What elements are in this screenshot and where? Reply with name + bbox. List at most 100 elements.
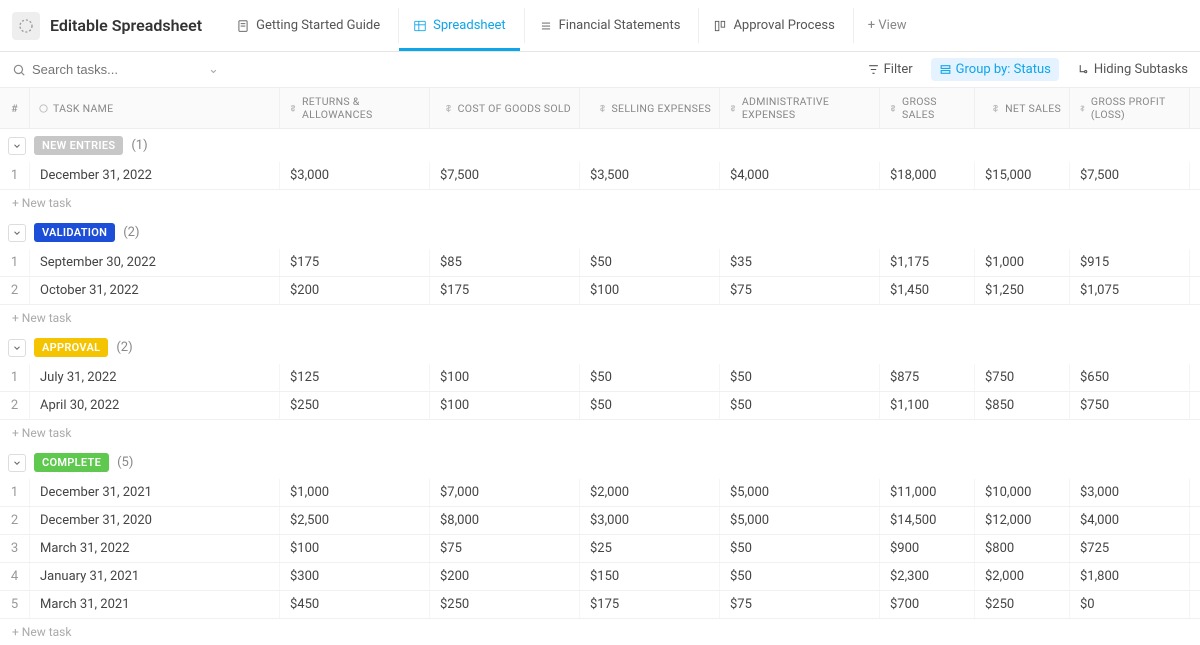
- table-row[interactable]: 3 March 31, 2022 $100 $75 $25 $50 $900 $…: [0, 535, 1200, 563]
- cell-returns[interactable]: $100: [280, 535, 430, 562]
- cell-gross-profit[interactable]: $7,500: [1070, 162, 1190, 189]
- cell-cogs[interactable]: $250: [430, 591, 580, 618]
- cell-selling[interactable]: $2,000: [580, 479, 720, 506]
- cell-selling[interactable]: $50: [580, 249, 720, 276]
- cell-cogs[interactable]: $200: [430, 563, 580, 590]
- cell-net-sales[interactable]: $850: [975, 392, 1070, 419]
- cell-task[interactable]: December 31, 2022: [30, 162, 280, 189]
- cell-task[interactable]: July 31, 2022: [30, 364, 280, 391]
- cell-returns[interactable]: $1,000: [280, 479, 430, 506]
- cell-selling[interactable]: $3,000: [580, 507, 720, 534]
- cell-task[interactable]: March 31, 2021: [30, 591, 280, 618]
- new-task-button[interactable]: + New task: [0, 619, 1200, 645]
- cell-task[interactable]: April 30, 2022: [30, 392, 280, 419]
- add-view-button[interactable]: + View: [853, 8, 921, 43]
- table-row[interactable]: 1 September 30, 2022 $175 $85 $50 $35 $1…: [0, 249, 1200, 277]
- cell-returns[interactable]: $200: [280, 277, 430, 304]
- cell-gross-sales[interactable]: $11,000: [880, 479, 975, 506]
- cell-gross-sales[interactable]: $900: [880, 535, 975, 562]
- cell-gross-profit[interactable]: $0: [1070, 591, 1190, 618]
- cell-returns[interactable]: $300: [280, 563, 430, 590]
- cell-admin[interactable]: $5,000: [720, 507, 880, 534]
- group-header[interactable]: APPROVAL (2): [0, 331, 1200, 364]
- cell-returns[interactable]: $250: [280, 392, 430, 419]
- cell-gross-sales[interactable]: $875: [880, 364, 975, 391]
- cell-cogs[interactable]: $8,000: [430, 507, 580, 534]
- cell-gross-sales[interactable]: $1,100: [880, 392, 975, 419]
- search-box[interactable]: ⌄: [12, 62, 227, 77]
- cell-net-sales[interactable]: $750: [975, 364, 1070, 391]
- cell-admin[interactable]: $50: [720, 364, 880, 391]
- table-row[interactable]: 2 April 30, 2022 $250 $100 $50 $50 $1,10…: [0, 392, 1200, 420]
- cell-net-sales[interactable]: $1,250: [975, 277, 1070, 304]
- collapse-toggle[interactable]: [8, 137, 26, 155]
- cell-cogs[interactable]: $7,000: [430, 479, 580, 506]
- cell-selling[interactable]: $175: [580, 591, 720, 618]
- collapse-toggle[interactable]: [8, 224, 26, 242]
- col-returns[interactable]: RETURNS & ALLOWANCES: [280, 88, 430, 128]
- cell-returns[interactable]: $175: [280, 249, 430, 276]
- cell-task[interactable]: March 31, 2022: [30, 535, 280, 562]
- table-row[interactable]: 2 October 31, 2022 $200 $175 $100 $75 $1…: [0, 277, 1200, 305]
- col-gross-sales[interactable]: GROSS SALES: [880, 88, 975, 128]
- collapse-toggle[interactable]: [8, 339, 26, 357]
- cell-admin[interactable]: $75: [720, 591, 880, 618]
- col-taskname[interactable]: TASK NAME: [30, 88, 280, 128]
- cell-task[interactable]: September 30, 2022: [30, 249, 280, 276]
- group-header[interactable]: COMPLETE (5): [0, 446, 1200, 479]
- cell-net-sales[interactable]: $10,000: [975, 479, 1070, 506]
- cell-admin[interactable]: $50: [720, 392, 880, 419]
- table-row[interactable]: 5 March 31, 2021 $450 $250 $175 $75 $700…: [0, 591, 1200, 619]
- new-task-button[interactable]: + New task: [0, 305, 1200, 331]
- new-task-button[interactable]: + New task: [0, 420, 1200, 446]
- col-net-sales[interactable]: NET SALES: [975, 88, 1070, 128]
- cell-cogs[interactable]: $85: [430, 249, 580, 276]
- chevron-down-icon[interactable]: ⌄: [208, 62, 219, 77]
- col-index[interactable]: #: [0, 88, 30, 128]
- cell-admin[interactable]: $50: [720, 535, 880, 562]
- new-task-button[interactable]: + New task: [0, 190, 1200, 216]
- cell-admin[interactable]: $4,000: [720, 162, 880, 189]
- cell-gross-sales[interactable]: $14,500: [880, 507, 975, 534]
- hiding-subtasks-button[interactable]: Hiding Subtasks: [1077, 62, 1188, 77]
- cell-selling[interactable]: $25: [580, 535, 720, 562]
- cell-cogs[interactable]: $7,500: [430, 162, 580, 189]
- col-admin[interactable]: ADMINISTRATIVE EXPENSES: [720, 88, 880, 128]
- cell-net-sales[interactable]: $250: [975, 591, 1070, 618]
- cell-task[interactable]: January 31, 2021: [30, 563, 280, 590]
- cell-admin[interactable]: $35: [720, 249, 880, 276]
- tab-financial-statements[interactable]: Financial Statements: [524, 8, 695, 43]
- group-header[interactable]: NEW ENTRIES (1): [0, 129, 1200, 162]
- cell-cogs[interactable]: $175: [430, 277, 580, 304]
- cell-returns[interactable]: $3,000: [280, 162, 430, 189]
- cell-net-sales[interactable]: $2,000: [975, 563, 1070, 590]
- cell-selling[interactable]: $3,500: [580, 162, 720, 189]
- col-gross-profit[interactable]: GROSS PROFIT (LOSS): [1070, 88, 1190, 128]
- cell-returns[interactable]: $450: [280, 591, 430, 618]
- cell-selling[interactable]: $150: [580, 563, 720, 590]
- cell-gross-profit[interactable]: $1,075: [1070, 277, 1190, 304]
- cell-task[interactable]: December 31, 2021: [30, 479, 280, 506]
- col-selling[interactable]: SELLING EXPENSES: [580, 88, 720, 128]
- cell-selling[interactable]: $50: [580, 392, 720, 419]
- cell-net-sales[interactable]: $12,000: [975, 507, 1070, 534]
- cell-task[interactable]: December 31, 2020: [30, 507, 280, 534]
- group-header[interactable]: VALIDATION (2): [0, 216, 1200, 249]
- collapse-toggle[interactable]: [8, 454, 26, 472]
- cell-gross-sales[interactable]: $1,175: [880, 249, 975, 276]
- cell-gross-profit[interactable]: $1,800: [1070, 563, 1190, 590]
- cell-selling[interactable]: $100: [580, 277, 720, 304]
- cell-gross-profit[interactable]: $750: [1070, 392, 1190, 419]
- cell-gross-profit[interactable]: $650: [1070, 364, 1190, 391]
- cell-task[interactable]: October 31, 2022: [30, 277, 280, 304]
- cell-returns[interactable]: $2,500: [280, 507, 430, 534]
- tab-approval-process[interactable]: Approval Process: [698, 8, 848, 43]
- cell-gross-sales[interactable]: $700: [880, 591, 975, 618]
- cell-gross-sales[interactable]: $18,000: [880, 162, 975, 189]
- tab-getting-started[interactable]: Getting Started Guide: [222, 8, 394, 43]
- search-input[interactable]: [32, 62, 208, 77]
- cell-gross-profit[interactable]: $915: [1070, 249, 1190, 276]
- group-by-button[interactable]: Group by: Status: [931, 58, 1059, 81]
- cell-gross-profit[interactable]: $3,000: [1070, 479, 1190, 506]
- cell-gross-sales[interactable]: $1,450: [880, 277, 975, 304]
